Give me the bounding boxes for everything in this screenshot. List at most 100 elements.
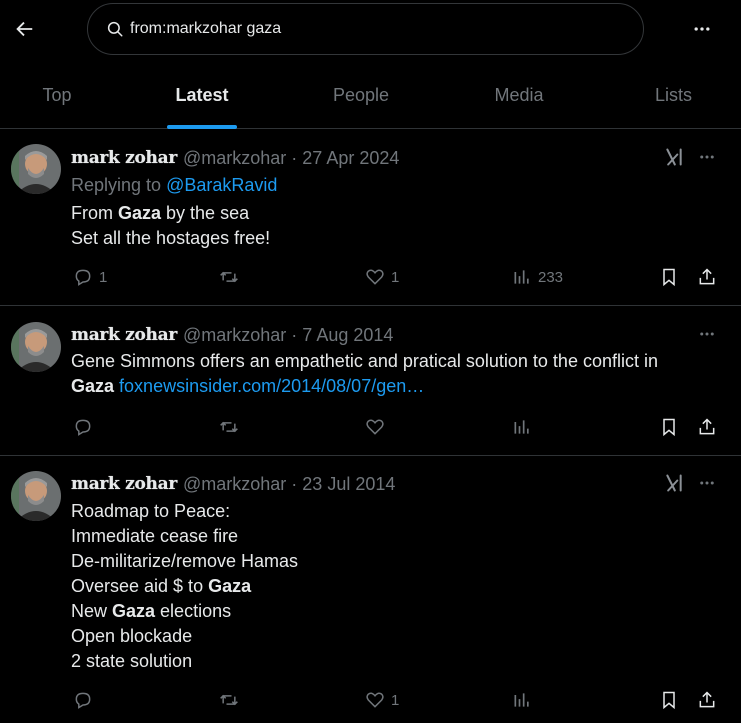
post-text-line: Set all the hostages free! <box>71 228 271 248</box>
top-bar <box>0 0 741 58</box>
post-text-line: Gaza foxnewsinsider.com/2014/08/07/gen… <box>71 376 425 396</box>
bookmark-button[interactable] <box>659 412 679 442</box>
repost-button[interactable] <box>218 412 240 442</box>
avatar[interactable] <box>11 144 61 194</box>
post[interactable]: mark zohar @markzohar · 23 Jul 2014 Road… <box>0 456 741 723</box>
grok-button[interactable] <box>661 144 687 170</box>
back-arrow-icon <box>16 21 33 37</box>
post-text-line: From Gaza by the sea <box>71 203 250 223</box>
tab-latest[interactable]: Latest <box>114 62 290 129</box>
repost-icon <box>220 271 238 283</box>
author-name[interactable]: mark zohar <box>71 325 177 345</box>
views-button[interactable] <box>512 685 532 715</box>
author-name[interactable]: mark zohar <box>71 148 177 168</box>
search-box[interactable] <box>87 3 644 55</box>
post-actions <box>0 412 741 442</box>
post-text-line: Gene Simmons offers an empathetic and pr… <box>71 351 658 371</box>
share-button[interactable] <box>697 685 717 715</box>
post-more-button[interactable] <box>694 321 720 347</box>
tab-media[interactable]: Media <box>432 62 606 129</box>
bookmark-icon <box>663 418 675 437</box>
tab-top[interactable]: Top <box>0 62 114 129</box>
post-more-button[interactable] <box>694 144 720 170</box>
repost-icon <box>220 421 238 433</box>
post-actions: 1 1 233 <box>0 262 741 292</box>
search-input[interactable] <box>130 20 610 38</box>
more-icon <box>700 155 714 159</box>
grok-icon <box>666 474 682 492</box>
post[interactable]: mark zohar @markzohar · 27 Apr 2024 Repl… <box>0 130 741 306</box>
avatar[interactable] <box>11 322 61 372</box>
author-handle[interactable]: @markzohar <box>183 148 286 169</box>
avatar[interactable] <box>11 471 61 521</box>
grok-icon <box>666 148 682 166</box>
tab-label: People <box>332 85 390 105</box>
like-icon <box>366 419 384 435</box>
like-button[interactable]: 1 <box>365 262 399 292</box>
repost-button[interactable] <box>218 685 240 715</box>
tab-label: Latest <box>175 85 229 105</box>
share-button[interactable] <box>697 262 717 292</box>
tab-people[interactable]: People <box>290 62 432 129</box>
author-handle[interactable]: @markzohar <box>183 474 286 495</box>
reply-mention-link[interactable]: @BarakRavid <box>166 175 277 195</box>
like-count: 1 <box>391 268 400 286</box>
reply-icon <box>75 692 91 709</box>
views-icon <box>514 693 529 707</box>
views-button[interactable] <box>512 412 532 442</box>
share-button[interactable] <box>697 412 717 442</box>
post-header: mark zohar @markzohar · 7 Aug 2014 <box>71 323 393 347</box>
post-text-line: 2 state solution <box>71 651 193 671</box>
repost-button[interactable] <box>218 262 240 292</box>
reply-button[interactable] <box>73 412 93 442</box>
share-icon <box>699 418 715 435</box>
like-count: 1 <box>391 691 400 709</box>
more-options-button[interactable] <box>686 13 718 45</box>
bookmark-button[interactable] <box>659 685 679 715</box>
post-actions: 1 <box>0 685 741 715</box>
author-handle[interactable]: @markzohar <box>183 325 286 346</box>
like-button[interactable]: 1 <box>365 685 399 715</box>
more-icon <box>700 332 714 336</box>
post-header: mark zohar @markzohar · 27 Apr 2024 <box>71 146 399 170</box>
tab-label: Media <box>494 85 544 105</box>
reply-button[interactable]: 1 <box>73 262 107 292</box>
author-name[interactable]: mark zohar <box>71 474 177 494</box>
like-button[interactable] <box>365 412 385 442</box>
post-text-line: De-militarize/remove Hamas <box>71 551 299 571</box>
post-header: mark zohar @markzohar · 23 Jul 2014 <box>71 472 395 496</box>
reply-button[interactable] <box>73 685 93 715</box>
post-text-line: New Gaza elections <box>71 601 232 621</box>
search-icon <box>106 20 124 38</box>
reply-icon <box>75 419 91 436</box>
post-text-line: Open blockade <box>71 626 193 646</box>
share-icon <box>699 691 715 708</box>
separator: · <box>291 473 298 494</box>
grok-button[interactable] <box>661 470 687 496</box>
back-button[interactable] <box>8 13 40 45</box>
tab-lists[interactable]: Lists <box>606 62 741 129</box>
tab-label: Lists <box>654 85 692 105</box>
more-icon <box>694 27 710 31</box>
post-date[interactable]: 23 Jul 2014 <box>302 474 395 495</box>
post-date[interactable]: 7 Aug 2014 <box>302 325 393 346</box>
more-icon <box>700 481 714 485</box>
post-date[interactable]: 27 Apr 2024 <box>302 148 399 169</box>
views-button[interactable]: 233 <box>512 262 563 292</box>
tab-label: Top <box>42 85 72 105</box>
post[interactable]: mark zohar @markzohar · 7 Aug 2014 Gene … <box>0 306 741 456</box>
reply-count: 1 <box>99 268 108 286</box>
like-icon <box>366 269 384 285</box>
repost-icon <box>220 694 238 706</box>
external-link[interactable]: foxnewsinsider.com/2014/08/07/gen… <box>119 376 424 396</box>
bookmark-icon <box>663 691 675 710</box>
post-more-button[interactable] <box>694 470 720 496</box>
view-count: 233 <box>538 268 564 286</box>
post-text-line: Roadmap to Peace: <box>71 501 231 521</box>
views-icon <box>514 420 529 434</box>
bookmark-button[interactable] <box>659 262 679 292</box>
search-tabs: Top Latest People Media Lists <box>0 62 741 129</box>
reply-prefix: Replying to <box>71 175 162 195</box>
post-text-line: Oversee aid $ to Gaza <box>71 576 252 596</box>
reply-icon <box>75 269 91 286</box>
